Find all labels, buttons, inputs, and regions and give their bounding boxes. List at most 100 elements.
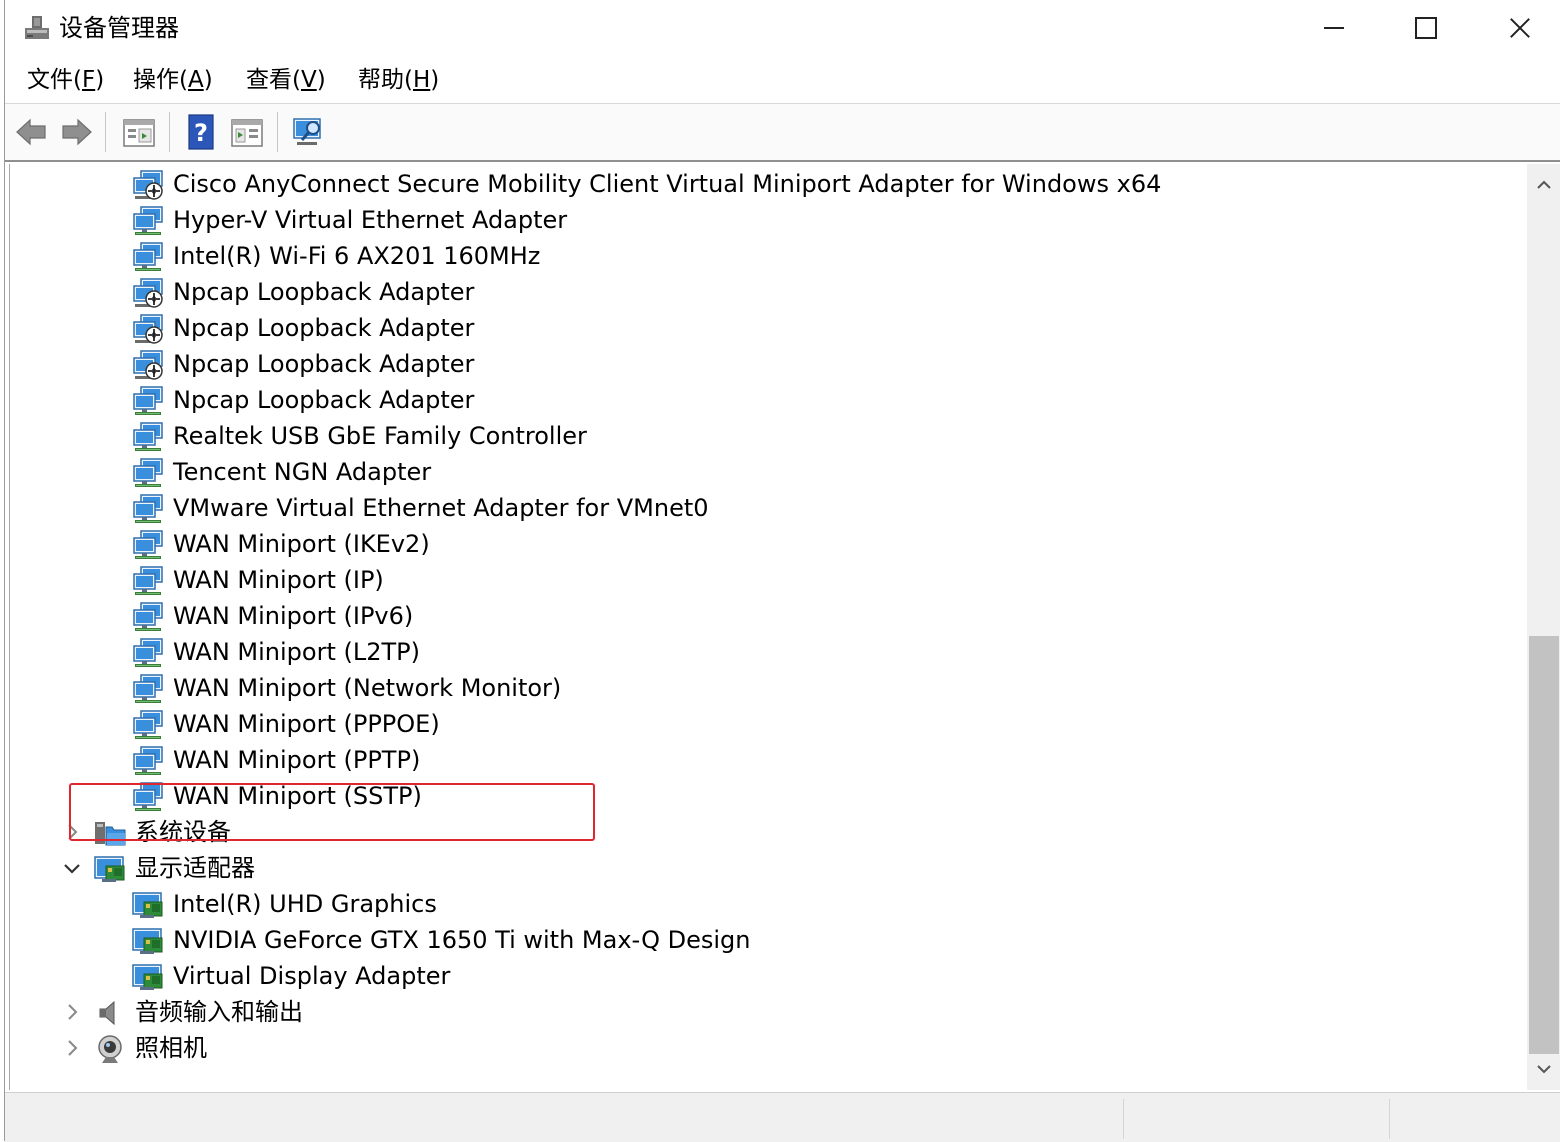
category-system-devices[interactable]: 系统设备 — [10, 814, 1510, 850]
network-adapter-item[interactable]: WAN Miniport (IKEv2) — [10, 526, 1510, 562]
tree-item-label: Intel(R) Wi-Fi 6 AX201 160MHz — [173, 242, 541, 270]
network-adapter-icon — [132, 638, 164, 668]
network-adapter-item[interactable]: WAN Miniport (IPv6) — [10, 598, 1510, 634]
network-adapter-icon — [132, 566, 164, 596]
network-adapter-item[interactable]: VMware Virtual Ethernet Adapter for VMne… — [10, 490, 1510, 526]
network-adapter-item[interactable]: Npcap Loopback Adapter — [10, 274, 1510, 310]
menu-help[interactable]: 帮助(H) — [354, 64, 443, 96]
maximize-button[interactable] — [1379, 0, 1471, 56]
network-adapter-icon — [132, 710, 164, 740]
tree-item-label: WAN Miniport (Network Monitor) — [173, 674, 562, 702]
network-adapter-icon — [132, 602, 164, 632]
network-adapter-item[interactable]: Npcap Loopback Adapter — [10, 346, 1510, 382]
network-adapter-icon — [132, 458, 164, 488]
forward-arrow-icon[interactable] — [59, 114, 95, 150]
network-adapter-item[interactable]: Npcap Loopback Adapter — [10, 310, 1510, 346]
menu-view[interactable]: 查看(V) — [242, 64, 330, 96]
device-manager-window: 设备管理器 文件(F) 操作(A) 查看(V) 帮助(H) ? Cisco An… — [4, 0, 1560, 1142]
chevron-right-icon[interactable] — [62, 1002, 82, 1022]
network-adapter-icon — [132, 206, 164, 236]
network-adapter-item[interactable]: WAN Miniport (Network Monitor) — [10, 670, 1510, 706]
network-adapter-item[interactable]: Hyper-V Virtual Ethernet Adapter — [10, 202, 1510, 238]
network-adapter-icon — [132, 782, 164, 812]
scroll-up-arrow-icon[interactable] — [1527, 168, 1560, 202]
category-camera[interactable]: 照相机 — [10, 1030, 1510, 1066]
vertical-scrollbar[interactable] — [1527, 164, 1560, 1090]
svg-text:?: ? — [194, 119, 208, 147]
menu-file[interactable]: 文件(F) — [23, 64, 108, 96]
close-button[interactable] — [1471, 0, 1560, 56]
scroll-down-arrow-icon[interactable] — [1527, 1052, 1560, 1086]
network-adapter-icon — [132, 674, 164, 704]
device-tree[interactable]: Cisco AnyConnect Secure Mobility Client … — [9, 164, 1528, 1090]
network-adapter-item[interactable]: WAN Miniport (IP) — [10, 562, 1510, 598]
tree-item-label: WAN Miniport (IP) — [173, 566, 384, 594]
tree-item-label: Cisco AnyConnect Secure Mobility Client … — [173, 170, 1162, 198]
tree-item-label: WAN Miniport (IPv6) — [173, 602, 414, 630]
tree-item-label: WAN Miniport (SSTP) — [173, 782, 422, 810]
scan-hardware-icon[interactable] — [291, 114, 327, 150]
network-adapter-item[interactable]: Tencent NGN Adapter — [10, 454, 1510, 490]
tree-item-label: Virtual Display Adapter — [173, 962, 451, 990]
device-manager-app-icon — [25, 16, 49, 39]
display-adapter-icon — [132, 890, 164, 920]
tree-item-label: WAN Miniport (IKEv2) — [173, 530, 430, 558]
network-adapter-item[interactable]: Cisco AnyConnect Secure Mobility Client … — [10, 166, 1510, 202]
properties-icon[interactable] — [121, 114, 157, 150]
tree-item-label: 照相机 — [135, 1034, 207, 1062]
network-adapter-item[interactable]: WAN Miniport (PPTP) — [10, 742, 1510, 778]
tree-item-label: Npcap Loopback Adapter — [173, 386, 475, 414]
category-audio-io[interactable]: 音频输入和输出 — [10, 994, 1510, 1030]
network-adapter-icon — [132, 422, 164, 452]
network-adapter-item[interactable]: WAN Miniport (SSTP) — [10, 778, 1510, 814]
network-adapter-item[interactable]: WAN Miniport (L2TP) — [10, 634, 1510, 670]
menu-bar: 文件(F) 操作(A) 查看(V) 帮助(H) — [5, 58, 1560, 102]
tree-item-label: WAN Miniport (L2TP) — [173, 638, 420, 666]
status-bar — [5, 1092, 1560, 1142]
network-adapter-item[interactable]: Realtek USB GbE Family Controller — [10, 418, 1510, 454]
speaker-icon — [99, 1000, 115, 1026]
help-icon[interactable]: ? — [183, 114, 219, 150]
network-adapter-disabled-icon — [132, 350, 164, 380]
display-adapter-item[interactable]: NVIDIA GeForce GTX 1650 Ti with Max-Q De… — [10, 922, 1510, 958]
network-adapter-icon — [132, 746, 164, 776]
network-adapter-icon — [132, 530, 164, 560]
back-arrow-icon[interactable] — [13, 114, 49, 150]
display-adapter-icon — [132, 926, 164, 956]
tree-item-label: 音频输入和输出 — [135, 998, 303, 1026]
update-driver-icon[interactable] — [229, 114, 265, 150]
chevron-down-icon[interactable] — [62, 858, 82, 878]
display-adapter-item-highlighted[interactable]: Virtual Display Adapter — [10, 958, 1510, 994]
network-adapter-disabled-icon — [132, 278, 164, 308]
network-adapter-item[interactable]: WAN Miniport (PPPOE) — [10, 706, 1510, 742]
tree-item-label: Npcap Loopback Adapter — [173, 314, 475, 342]
toolbar-separator — [277, 112, 278, 152]
scrollbar-thumb[interactable] — [1529, 636, 1559, 1054]
tree-item-label: NVIDIA GeForce GTX 1650 Ti with Max-Q De… — [173, 926, 751, 954]
display-adapter-item[interactable]: Intel(R) UHD Graphics — [10, 886, 1510, 922]
tree-item-label: Npcap Loopback Adapter — [173, 350, 475, 378]
display-adapter-icon — [94, 854, 126, 884]
network-adapter-disabled-icon — [132, 170, 164, 200]
category-display-adapters[interactable]: 显示适配器 — [10, 850, 1510, 886]
toolbar: ? — [5, 103, 1560, 162]
network-adapter-disabled-icon — [132, 314, 164, 344]
system-devices-icon — [95, 822, 126, 846]
tree-item-label: Npcap Loopback Adapter — [173, 278, 475, 306]
network-adapter-icon — [132, 386, 164, 416]
chevron-right-icon[interactable] — [62, 822, 82, 842]
title-bar: 设备管理器 — [5, 0, 1560, 56]
tree-item-label: Hyper-V Virtual Ethernet Adapter — [173, 206, 568, 234]
network-adapter-item[interactable]: Intel(R) Wi-Fi 6 AX201 160MHz — [10, 238, 1510, 274]
tree-item-label: VMware Virtual Ethernet Adapter for VMne… — [173, 494, 709, 522]
tree-item-label: WAN Miniport (PPTP) — [173, 746, 421, 774]
network-adapter-item[interactable]: Npcap Loopback Adapter — [10, 382, 1510, 418]
menu-action[interactable]: 操作(A) — [129, 64, 217, 96]
display-adapter-icon — [132, 962, 164, 992]
status-divider — [1389, 1099, 1390, 1139]
network-adapter-icon — [132, 242, 164, 272]
tree-item-label: 显示适配器 — [135, 854, 255, 882]
toolbar-separator — [105, 112, 106, 152]
minimize-button[interactable] — [1287, 0, 1379, 56]
chevron-right-icon[interactable] — [62, 1038, 82, 1058]
